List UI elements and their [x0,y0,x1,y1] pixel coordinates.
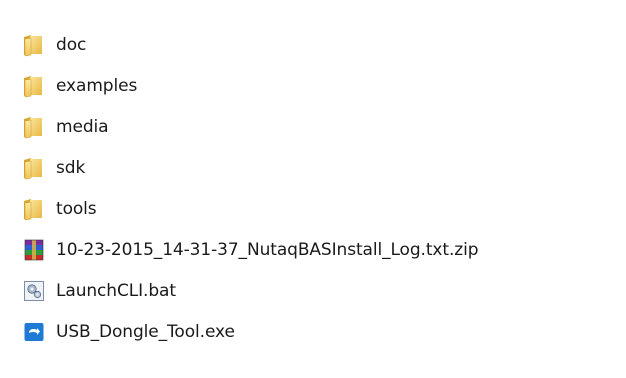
file-name: 10-23-2015_14-31-37_NutaqBASInstall_Log.… [56,239,479,260]
file-name: tools [56,198,97,219]
file-name: LaunchCLI.bat [56,280,176,301]
file-name: doc [56,34,87,55]
file-item-log-zip[interactable]: 10-23-2015_14-31-37_NutaqBASInstall_Log.… [22,229,612,270]
file-name: media [56,116,109,137]
file-name: USB_Dongle_Tool.exe [56,321,235,342]
file-list: doc examples media sdk tools 10-23-2015_… [22,24,612,352]
batch-file-gear-icon [24,280,44,301]
file-item-usb-dongle-tool[interactable]: USB_Dongle_Tool.exe [22,311,612,352]
executable-app-icon [24,322,44,341]
folder-icon [24,116,42,138]
folder-icon [24,34,42,56]
folder-icon [24,157,42,179]
file-name: sdk [56,157,86,178]
file-item-media[interactable]: media [22,106,612,147]
file-item-launchcli[interactable]: LaunchCLI.bat [22,270,612,311]
folder-icon [24,75,42,97]
file-item-sdk[interactable]: sdk [22,147,612,188]
folder-icon [24,198,42,220]
file-name: examples [56,75,138,96]
file-item-tools[interactable]: tools [22,188,612,229]
file-item-doc[interactable]: doc [22,24,612,65]
file-item-examples[interactable]: examples [22,65,612,106]
winrar-archive-icon [24,239,44,260]
